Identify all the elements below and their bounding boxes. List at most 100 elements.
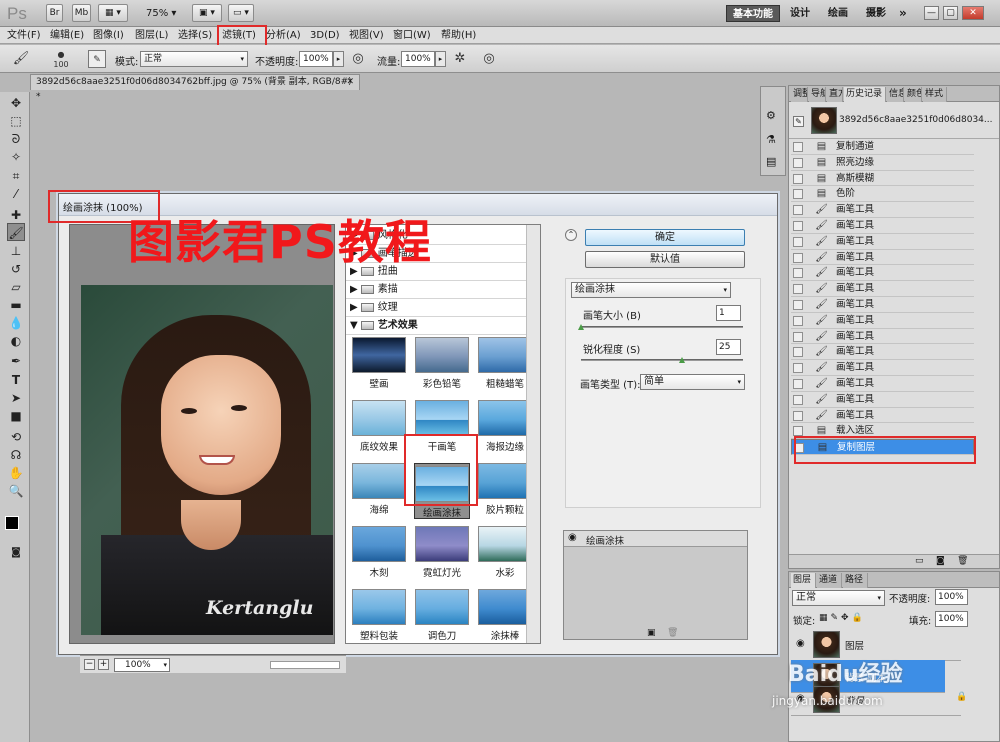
screen-mode-button[interactable]: ▭ ▾ [228, 4, 254, 22]
layer-opacity-input[interactable]: 100% [935, 589, 968, 605]
history-source-box[interactable] [793, 284, 803, 295]
zoom-in-button[interactable]: + [98, 659, 109, 670]
history-item[interactable]: 🖌 画笔工具 [791, 297, 974, 313]
filter-smudge-stick[interactable]: 涂抹棒 [477, 589, 533, 643]
minimize-button[interactable]: — [924, 6, 939, 20]
sharpness-input[interactable]: 25 [716, 339, 741, 355]
history-item[interactable]: 🖌 画笔工具 [791, 265, 974, 282]
workspace-design[interactable]: 设计 [784, 5, 816, 22]
document-tab[interactable]: 3892d56c8aae3251f0d06d8034762bff.jpg @ 7… [30, 74, 360, 102]
filter-cutout[interactable]: 木刻 [351, 526, 407, 582]
filter-film-grain[interactable]: 胶片颗粒 [477, 463, 533, 519]
history-item[interactable]: 🖌 画笔工具 [791, 329, 974, 345]
history-item[interactable]: ▤ 照亮边缘 [791, 155, 974, 171]
filter-rough-pastels[interactable]: 粗糙蜡笔 [477, 337, 533, 393]
filter-dry-brush[interactable]: 干画笔 [414, 400, 470, 456]
menu-file[interactable]: 文件(F) [7, 29, 41, 42]
filter-watercolor[interactable]: 水彩 [477, 526, 533, 582]
dodge-tool-icon[interactable]: ◐ [7, 332, 25, 350]
history-snapshot[interactable]: ✎ 3892d56c8aae3251f0d06d8034... [789, 103, 999, 139]
workspace-more[interactable]: » [893, 5, 913, 22]
history-source-box[interactable] [793, 379, 803, 389]
menu-filter[interactable]: 滤镜(T) [222, 29, 256, 42]
history-source-box[interactable] [793, 189, 803, 200]
category-sketch[interactable]: ▶ 素描 [346, 281, 526, 299]
new-snapshot-icon[interactable]: ◙ [936, 556, 945, 566]
clone-stamp-tool-icon[interactable]: ⊥ [7, 242, 25, 260]
eye-icon[interactable]: ◉ [568, 532, 577, 543]
menu-view[interactable]: 视图(V) [349, 29, 384, 42]
tablet-size-icon[interactable]: ◎ [480, 50, 498, 68]
quick-select-tool-icon[interactable]: ✧ [7, 148, 25, 166]
3d-orbit-tool-icon[interactable]: ☊ [7, 446, 25, 464]
brush-preset-picker[interactable]: ● 100 [52, 50, 70, 69]
delete-effect-layer-icon[interactable]: 🗑 [667, 628, 678, 638]
mode-select[interactable]: 正常 ▾ [140, 51, 248, 67]
collapse-gallery-icon[interactable]: ⌃ [565, 229, 577, 241]
spot-healing-tool-icon[interactable]: ✚ [7, 206, 25, 224]
history-source-box[interactable] [793, 331, 803, 342]
zoom-out-button[interactable]: − [84, 659, 95, 670]
default-button[interactable]: 默认值 [585, 251, 745, 268]
path-select-tool-icon[interactable]: ➤ [7, 389, 25, 407]
tablet-opacity-icon[interactable]: ◎ [349, 50, 367, 68]
close-button[interactable]: ✕ [962, 6, 984, 20]
crop-tool-icon[interactable]: ⌗ [7, 167, 25, 185]
menu-edit[interactable]: 编辑(E) [50, 29, 84, 42]
bridge-button[interactable]: Br [46, 4, 63, 22]
history-item[interactable]: 🖌 画笔工具 [791, 250, 974, 266]
menu-image[interactable]: 图像(I) [93, 29, 124, 42]
history-source-box[interactable] [793, 142, 803, 152]
lock-icons[interactable]: ▦✎✥🔒 [819, 613, 866, 623]
filter-paint-daubs[interactable]: 绘画涂抹 [414, 463, 470, 519]
sharpness-slider-track[interactable] [581, 359, 743, 361]
workspace-painting[interactable]: 绘画 [822, 5, 854, 22]
category-texture[interactable]: ▶ 纹理 [346, 299, 526, 317]
brush-size-slider-thumb[interactable] [578, 324, 584, 330]
menu-select[interactable]: 选择(S) [178, 29, 212, 42]
history-item[interactable]: 🖌 画笔工具 [791, 234, 974, 250]
brush-panel-toggle-icon[interactable]: ✎ [88, 50, 106, 68]
history-source-box[interactable] [793, 410, 803, 421]
tool-presets-icon[interactable]: ▤ [766, 155, 776, 168]
history-source-box[interactable] [793, 363, 803, 374]
history-source-box[interactable] [793, 157, 803, 168]
filter-sponge[interactable]: 海绵 [351, 463, 407, 519]
maximize-button[interactable]: ▢ [943, 6, 958, 20]
horizontal-scrollbar[interactable] [270, 661, 340, 669]
tab-histogram[interactable]: 直方图 [827, 87, 843, 102]
filter-list-scrollbar[interactable] [526, 225, 540, 643]
history-source-box[interactable] [793, 300, 803, 310]
foreground-color-swatch[interactable] [5, 516, 19, 530]
history-source-box[interactable] [793, 252, 803, 263]
airbrush-icon[interactable]: ✲ [451, 50, 469, 68]
tab-info[interactable]: 信息 [887, 87, 904, 102]
filter-underpainting[interactable]: 底纹效果 [351, 400, 407, 456]
history-source-box[interactable] [793, 315, 803, 326]
close-document-icon[interactable]: ✕ [346, 75, 354, 90]
zoom-tool-icon[interactable]: 🔍 [7, 482, 25, 500]
filter-palette-knife[interactable]: 调色刀 [414, 589, 470, 643]
brush-size-input[interactable]: 1 [716, 305, 741, 321]
lasso-tool-icon[interactable]: ᘐ [7, 130, 25, 148]
preview-area[interactable]: Kertanglu − + 100% ▾ [69, 224, 346, 673]
move-tool-icon[interactable]: ✥ [7, 94, 25, 112]
history-source-box[interactable] [793, 173, 803, 184]
filter-neon-glow[interactable]: 霓虹灯光 [414, 526, 470, 582]
history-item[interactable]: ▤ 载入选区 [791, 423, 974, 440]
filter-colored-pencil[interactable]: 彩色铅笔 [414, 337, 470, 393]
history-source-box[interactable] [793, 426, 803, 437]
ok-button[interactable]: 确定 [585, 229, 745, 246]
opacity-slider-arrow[interactable]: ▸ [333, 51, 344, 67]
history-source-box[interactable] [794, 443, 804, 454]
category-artistic[interactable]: ▼ 艺术效果 [346, 317, 526, 335]
history-item[interactable]: 🖌 画笔工具 [791, 344, 974, 361]
new-effect-layer-icon[interactable]: ▣ [647, 628, 656, 638]
history-item[interactable]: 🖌 画笔工具 [791, 202, 974, 218]
blend-mode-select[interactable]: 正常 ▾ [792, 590, 885, 606]
view-extras-button[interactable]: ▦ ▾ [98, 4, 128, 22]
tab-navigator[interactable]: 导航 [809, 87, 826, 102]
menu-layer[interactable]: 图层(L) [135, 29, 168, 42]
tab-paths[interactable]: 路径 [843, 573, 868, 588]
hand-tool-icon[interactable]: ✋ [7, 464, 25, 482]
